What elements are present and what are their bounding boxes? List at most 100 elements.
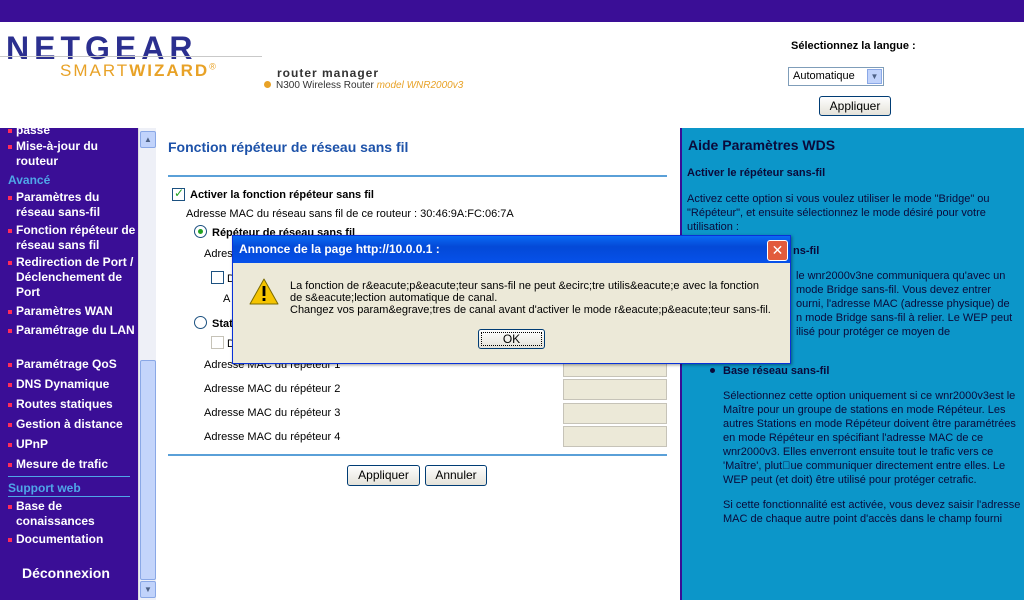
- base-station-ip-label: Adres: [204, 248, 233, 260]
- help-paragraph-mac: Si cette fonctionnalité est activée, vou…: [723, 498, 1020, 526]
- logo-smart-text: SMART: [60, 61, 130, 80]
- dialog-title: Annonce de la page http://10.0.0.1 :: [239, 242, 440, 256]
- dialog-message-line: La fonction de r&eacute;p&eacute;teur sa…: [290, 280, 759, 292]
- bullet-icon: [8, 463, 12, 467]
- cancel-button[interactable]: Annuler: [425, 465, 487, 486]
- sidebar-item-firmware-update[interactable]: Mise-à-jour du routeur: [8, 139, 136, 169]
- sidebar-item-wan-settings[interactable]: Paramètres WAN: [8, 304, 136, 319]
- repeater-mac-2-input[interactable]: [563, 379, 667, 400]
- help-paragraph-base-station: Sélectionnez cette option uniquement si …: [723, 389, 1016, 487]
- sidebar-item-static-routes[interactable]: Routes statiques: [8, 397, 136, 412]
- sidebar-item-label: Redirection de Port / Déclenchement de P…: [16, 255, 134, 299]
- disable-checkbox[interactable]: [211, 271, 224, 284]
- title-divider: [168, 175, 667, 177]
- help-line: WEP peut (et doit) être utilisé pour pro…: [723, 474, 977, 486]
- bullet-icon: [8, 383, 12, 387]
- dialog-message-line: de s&eacute;lection automatique de canal…: [290, 292, 498, 304]
- bottom-divider: [168, 454, 667, 456]
- top-bar: [0, 0, 1024, 22]
- sidebar-item-dynamic-dns[interactable]: DNS Dynamique: [8, 377, 136, 392]
- repeater-mac-3-input[interactable]: [563, 403, 667, 424]
- sidebar-item-documentation[interactable]: Documentation: [8, 532, 136, 547]
- sidebar-item-label: Paramétrage QoS: [16, 357, 117, 371]
- sidebar-item-upnp[interactable]: UPnP: [8, 437, 136, 452]
- help-line: wnr2000v3. Elles enverront ensuite tout …: [723, 446, 994, 458]
- sidebar-item-knowledge-base[interactable]: Base de conaissances: [8, 499, 136, 529]
- sidebar-item-label: UPnP: [16, 437, 49, 451]
- device-subtitle: N300 Wireless Router model WNR2000v3: [264, 80, 463, 91]
- help-panel: Aide Paramètres WDS Activer le répéteur …: [680, 128, 1024, 600]
- enable-repeater-checkbox[interactable]: [172, 186, 185, 201]
- sidebar-section-advanced: Avancé: [8, 173, 51, 187]
- sidebar-item-wireless-settings[interactable]: Paramètres du réseau sans-fil: [8, 190, 136, 220]
- chevron-down-icon[interactable]: ▼: [867, 69, 882, 84]
- sidebar-item-password[interactable]: passe: [8, 128, 136, 138]
- sidebar-item-label: Fonction répéteur de réseau sans fil: [16, 223, 136, 252]
- bullet-icon: [8, 310, 12, 314]
- sidebar-item-port-forwarding[interactable]: Redirection de Port / Déclenchement de P…: [8, 255, 136, 300]
- orange-dot-icon: [264, 81, 271, 88]
- help-line: le wnr2000v3ne communiquera qu'avec un: [796, 270, 1006, 282]
- sidebar-item-traffic-meter[interactable]: Mesure de trafic: [8, 457, 136, 472]
- bullet-icon: [8, 229, 12, 233]
- sidebar-item-wireless-repeater[interactable]: Fonction répéteur de réseau sans fil: [8, 223, 136, 253]
- bullet-icon: [8, 538, 12, 542]
- language-label: Sélectionnez la langue :: [791, 40, 916, 52]
- sidebar-item-label: Base de conaissances: [16, 499, 95, 528]
- help-line: ourni, l'adresse MAC (adresse physique) …: [796, 298, 1010, 310]
- help-paragraph-enable: Activez cette option si vous voulez util…: [687, 192, 990, 234]
- sidebar-section-support: Support web: [8, 481, 81, 495]
- ok-button[interactable]: OK: [478, 329, 545, 349]
- close-icon[interactable]: ✕: [767, 240, 788, 261]
- help-line: ilisé pour protéger ce moyen de: [796, 326, 951, 338]
- smartwizard-logo: SMARTWIZARD®: [60, 61, 218, 81]
- sidebar-divider: [8, 476, 130, 477]
- bullet-icon: [8, 403, 12, 407]
- sidebar-item-remote-management[interactable]: Gestion à distance: [8, 417, 136, 432]
- main-panel: Fonction répéteur de réseau sans fil Act…: [156, 128, 680, 600]
- enable-repeater-label: Activer la fonction répéteur sans fil: [190, 189, 374, 201]
- sidebar-item-label: Documentation: [16, 532, 104, 546]
- sidebar-item-label: Mesure de trafic: [16, 457, 109, 471]
- repeater-mac-2-label: Adresse MAC du répéteur 2: [204, 383, 341, 395]
- help-line: 'Maître', plut ue communiquer directemen…: [723, 460, 1006, 472]
- sidebar-item-label: Paramètres WAN: [16, 304, 113, 318]
- option-label: A: [223, 293, 231, 305]
- warning-icon: [249, 278, 279, 305]
- scroll-down-icon[interactable]: ▼: [140, 581, 156, 598]
- apply-button[interactable]: Appliquer: [347, 465, 420, 486]
- alert-dialog: Annonce de la page http://10.0.0.1 : ✕ L…: [232, 235, 791, 364]
- base-station-mode-label: Stat: [212, 318, 233, 330]
- sidebar-item-qos[interactable]: Paramétrage QoS: [8, 357, 136, 372]
- help-line: MAC de chaque autre point d'accès dans l…: [723, 513, 1003, 525]
- language-select[interactable]: Automatique ▼: [788, 67, 884, 86]
- help-line: utilisation :: [687, 221, 739, 233]
- repeater-mac-4-label: Adresse MAC du répéteur 4: [204, 431, 341, 443]
- help-line: autres Stations en mode Répéteur doivent…: [723, 418, 1016, 430]
- help-line: Activez cette option si vous voulez util…: [687, 193, 990, 205]
- sidebar-divider: [8, 496, 130, 497]
- help-paragraph-bridge: le wnr2000v3ne communiquera qu'avec un m…: [796, 269, 1012, 339]
- scroll-up-icon[interactable]: ▲: [140, 131, 156, 148]
- bullet-icon: [710, 368, 715, 373]
- bullet-icon: [8, 505, 12, 509]
- scrollbar-thumb[interactable]: [140, 360, 156, 580]
- dialog-titlebar[interactable]: Annonce de la page http://10.0.0.1 : ✕: [233, 236, 790, 263]
- page-title: Fonction répéteur de réseau sans fil: [168, 139, 409, 155]
- logout-link[interactable]: Déconnexion: [22, 565, 110, 581]
- sidebar-item-lan-setup[interactable]: Paramétrage du LAN: [8, 323, 136, 338]
- language-apply-button[interactable]: Appliquer: [819, 96, 891, 116]
- base-disable-checkbox[interactable]: [211, 336, 224, 349]
- sidebar-item-label: Mise-à-jour du routeur: [16, 139, 99, 168]
- base-station-mode-radio[interactable]: [194, 316, 207, 329]
- repeater-mac-3-label: Adresse MAC du répéteur 3: [204, 407, 341, 419]
- repeater-mode-radio[interactable]: [194, 225, 207, 238]
- bullet-icon: [8, 329, 12, 333]
- help-line: Maître pour un groupe de stations en mod…: [723, 404, 1006, 416]
- sidebar: passe Mise-à-jour du routeur Avancé Para…: [0, 128, 138, 600]
- sidebar-scrollbar[interactable]: ▲ ▼: [138, 128, 156, 600]
- dialog-message-line: Changez vos param&egrave;tres de canal a…: [290, 304, 771, 316]
- sidebar-item-label: Paramètres du réseau sans-fil: [16, 190, 101, 219]
- bullet-icon: [8, 363, 12, 367]
- repeater-mac-4-input[interactable]: [563, 426, 667, 447]
